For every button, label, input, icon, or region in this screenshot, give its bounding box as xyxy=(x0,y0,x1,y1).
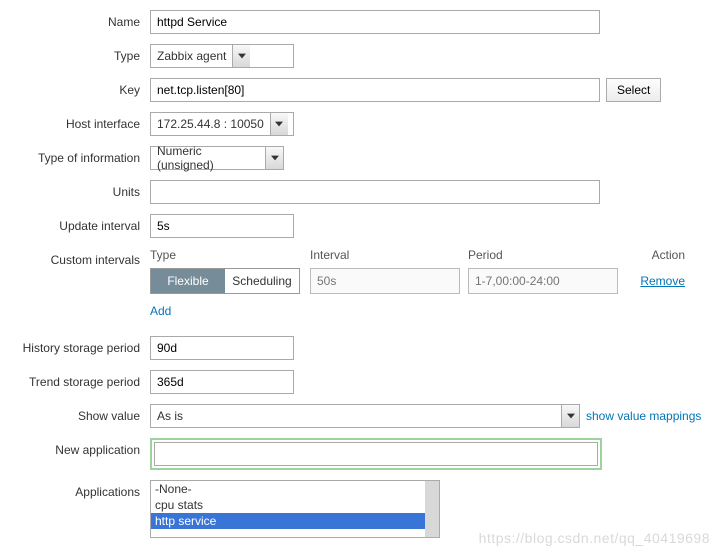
type-label: Type xyxy=(0,44,150,63)
select-button[interactable]: Select xyxy=(606,78,661,102)
host-interface-text: 172.25.44.8 : 10050 xyxy=(151,117,270,131)
show-value-text: As is xyxy=(151,409,561,423)
ci-interval-input[interactable] xyxy=(310,268,460,294)
units-label: Units xyxy=(0,180,150,199)
type-select[interactable]: Zabbix agent xyxy=(150,44,294,68)
type-select-text: Zabbix agent xyxy=(151,49,232,63)
update-interval-input[interactable] xyxy=(150,214,294,238)
ci-header-action: Action xyxy=(628,248,685,262)
applications-label: Applications xyxy=(0,480,150,499)
type-of-info-text: Numeric (unsigned) xyxy=(151,144,265,172)
ci-remove-link[interactable]: Remove xyxy=(640,274,685,288)
update-interval-label: Update interval xyxy=(0,214,150,233)
list-item[interactable]: http service xyxy=(151,513,425,529)
new-application-input[interactable] xyxy=(154,442,598,466)
show-value-mappings-link[interactable]: show value mappings xyxy=(586,409,701,423)
chevron-down-icon xyxy=(561,405,579,427)
ci-header-period: Period xyxy=(468,248,628,262)
trend-storage-input[interactable] xyxy=(150,370,294,394)
ci-toggle-flexible[interactable]: Flexible xyxy=(151,269,225,293)
applications-items: -None- cpu stats http service xyxy=(151,481,425,537)
trend-storage-label: Trend storage period xyxy=(0,370,150,389)
chevron-down-icon xyxy=(232,45,250,67)
history-storage-input[interactable] xyxy=(150,336,294,360)
custom-intervals-label: Custom intervals xyxy=(0,248,150,267)
ci-period-input[interactable] xyxy=(468,268,618,294)
name-label: Name xyxy=(0,10,150,29)
key-input[interactable] xyxy=(150,78,600,102)
host-interface-label: Host interface xyxy=(0,112,150,131)
new-application-highlight xyxy=(150,438,602,470)
ci-type-toggle[interactable]: Flexible Scheduling xyxy=(150,268,300,294)
ci-add-link[interactable]: Add xyxy=(150,304,685,318)
history-storage-label: History storage period xyxy=(0,336,150,355)
key-label: Key xyxy=(0,78,150,97)
list-item[interactable]: -None- xyxy=(151,481,425,497)
ci-toggle-scheduling[interactable]: Scheduling xyxy=(225,269,299,293)
new-application-label: New application xyxy=(0,438,150,457)
custom-intervals-table: Type Interval Period Action Flexible Sch… xyxy=(150,248,685,318)
chevron-down-icon xyxy=(270,113,288,135)
show-value-label: Show value xyxy=(0,404,150,423)
ci-header-interval: Interval xyxy=(310,248,468,262)
units-input[interactable] xyxy=(150,180,600,204)
chevron-down-icon xyxy=(265,147,283,169)
scrollbar[interactable] xyxy=(425,481,439,537)
type-of-info-label: Type of information xyxy=(0,146,150,165)
type-of-info-select[interactable]: Numeric (unsigned) xyxy=(150,146,284,170)
applications-listbox[interactable]: -None- cpu stats http service xyxy=(150,480,440,538)
ci-header-type: Type xyxy=(150,248,310,262)
host-interface-select[interactable]: 172.25.44.8 : 10050 xyxy=(150,112,294,136)
name-input[interactable] xyxy=(150,10,600,34)
show-value-select[interactable]: As is xyxy=(150,404,580,428)
list-item[interactable]: cpu stats xyxy=(151,497,425,513)
